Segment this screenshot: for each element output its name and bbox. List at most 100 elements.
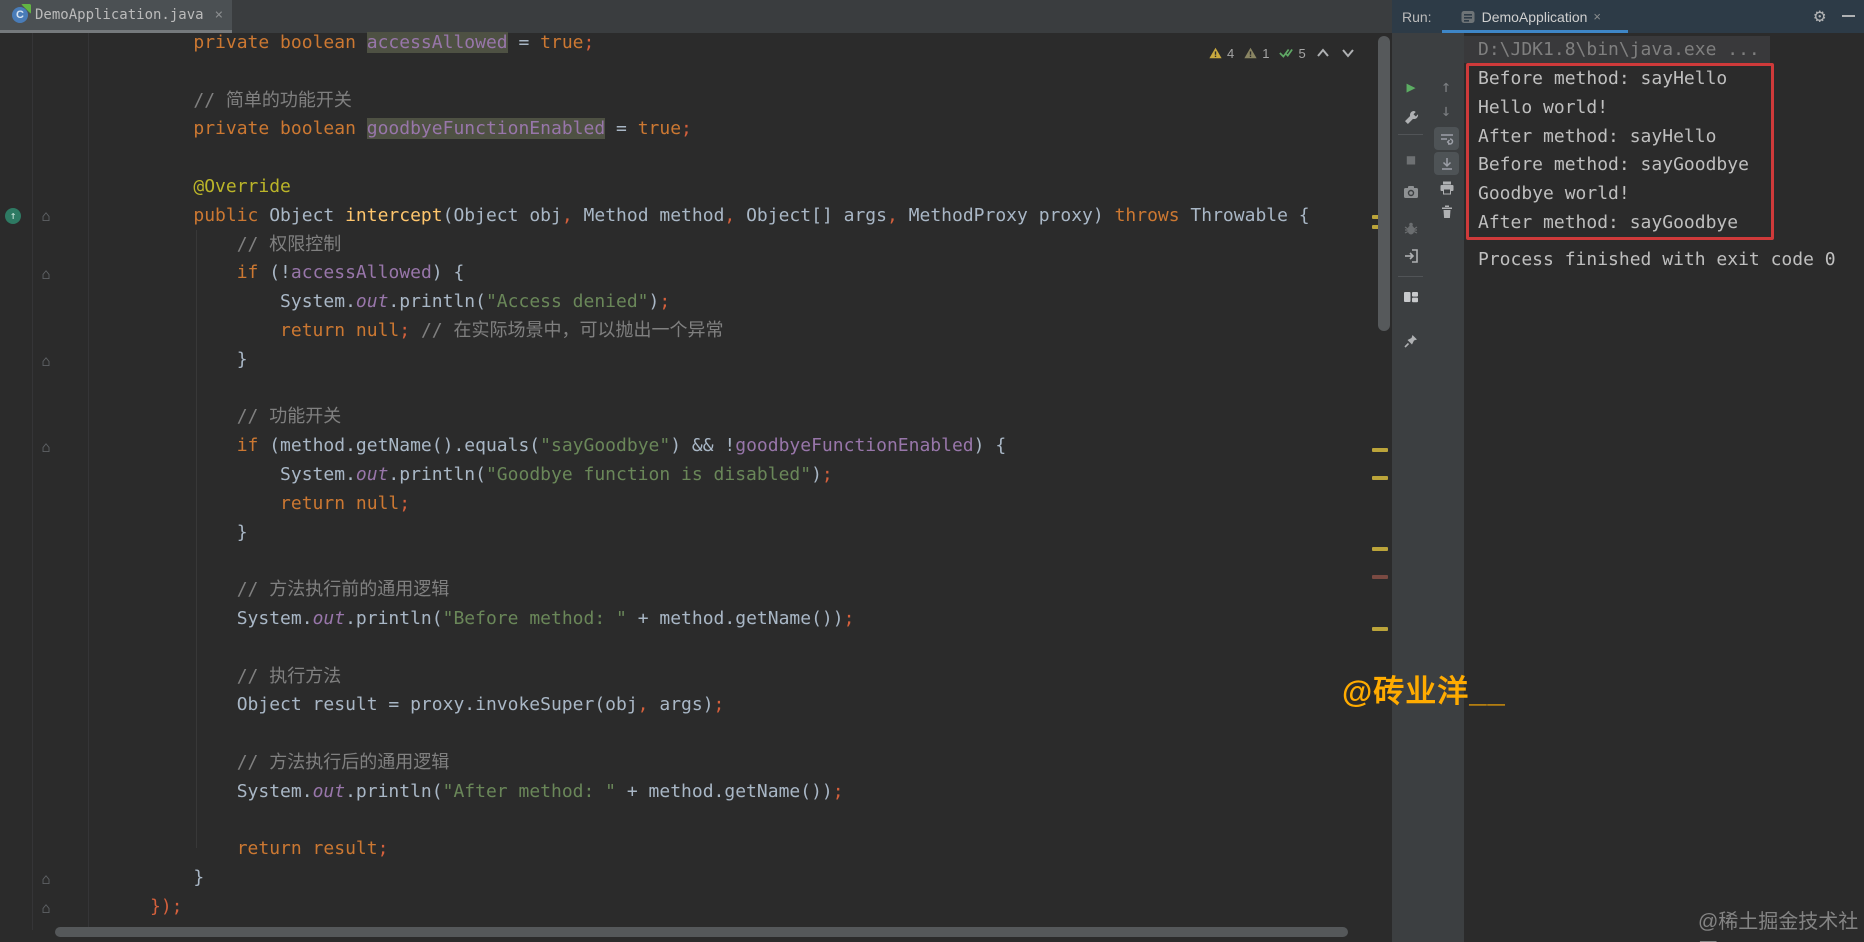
fold-marker-icon[interactable]: ⌂ xyxy=(37,870,55,888)
code-line[interactable]: // 权限控制 xyxy=(150,231,1310,260)
vertical-scrollbar[interactable] xyxy=(1378,36,1390,331)
run-label: Run: xyxy=(1402,8,1432,25)
console-output: Before method: sayHello Hello world! After… xyxy=(1478,65,1749,238)
stripe-warning-mark[interactable] xyxy=(1372,448,1388,452)
code-line[interactable] xyxy=(150,720,1310,749)
run-tab-title: DemoApplication xyxy=(1481,8,1588,25)
prev-warning-icon[interactable] xyxy=(1315,46,1331,60)
stripe-warning-mark[interactable] xyxy=(1372,547,1388,551)
fold-marker-icon[interactable]: ⌂ xyxy=(37,207,55,225)
stripe-warning-mark[interactable] xyxy=(1372,476,1388,480)
print-button[interactable] xyxy=(1438,179,1456,197)
code-line[interactable]: System.out.println("Before method: " + m… xyxy=(150,605,1310,634)
pin-icon xyxy=(1404,335,1417,348)
code-line[interactable]: if (!accessAllowed) { xyxy=(150,259,1310,288)
weak-warning-icon xyxy=(1244,47,1257,59)
weak-warning-count: 1 xyxy=(1262,45,1270,61)
bug-icon xyxy=(1404,222,1418,235)
layout-icon xyxy=(1404,292,1418,303)
code-line[interactable]: private boolean goodbyeFunctionEnabled =… xyxy=(150,115,1310,144)
code-line[interactable] xyxy=(150,144,1310,173)
printer-icon xyxy=(1440,181,1454,195)
tab-demoapplication-java[interactable]: C DemoApplication.java × xyxy=(0,0,232,30)
code-line[interactable] xyxy=(150,547,1310,576)
gutter-separator xyxy=(32,33,33,930)
next-warning-icon[interactable] xyxy=(1340,46,1356,60)
code-line[interactable]: return result; xyxy=(150,835,1310,864)
code-line[interactable]: System.out.println("Goodbye function is … xyxy=(150,461,1310,490)
code-line[interactable]: if (method.getName().equals("sayGoodbye"… xyxy=(150,432,1310,461)
soft-wrap-toggle[interactable] xyxy=(1434,127,1459,150)
show-running-list-button[interactable] xyxy=(1402,247,1420,265)
soft-wrap-icon xyxy=(1440,133,1453,145)
code-line[interactable]: Object result = proxy.invokeSuper(obj, a… xyxy=(150,691,1310,720)
camera-icon xyxy=(1404,186,1418,198)
console-line: Hello world! xyxy=(1478,96,1609,118)
code-line[interactable] xyxy=(150,634,1310,663)
code-line[interactable] xyxy=(150,58,1310,87)
console-line: Before method: sayGoodbye xyxy=(1478,154,1749,176)
author-watermark: @砖业洋__ xyxy=(1342,674,1506,709)
code-line[interactable]: } xyxy=(150,519,1310,548)
stripe-mark-red[interactable] xyxy=(1372,575,1388,579)
code-line[interactable]: System.out.println("After method: " + me… xyxy=(150,778,1310,807)
gear-icon[interactable]: ⚙ xyxy=(1814,5,1825,27)
stop-button[interactable]: ■ xyxy=(1402,151,1420,169)
code-line[interactable]: return null; // 在实际场景中，可以抛出一个异常 xyxy=(150,317,1310,346)
warning-count: 4 xyxy=(1227,45,1235,61)
horizontal-scrollbar[interactable] xyxy=(55,927,1348,937)
down-stack-trace-button[interactable]: ↓ xyxy=(1437,101,1455,121)
fold-marker-icon[interactable]: ⌂ xyxy=(37,438,55,456)
clear-console-button[interactable] xyxy=(1438,203,1456,221)
run-panel-header: Run: DemoApplication × xyxy=(1392,0,1864,33)
restore-layout-button[interactable] xyxy=(1402,288,1420,306)
scroll-to-end-icon xyxy=(1441,157,1452,170)
java-class-icon: C xyxy=(12,4,31,23)
code-line[interactable]: } xyxy=(150,346,1310,375)
code-line[interactable]: System.out.println("Access denied"); xyxy=(150,288,1310,317)
snapshot-button[interactable] xyxy=(1402,183,1420,201)
trash-icon xyxy=(1442,205,1452,218)
up-stack-trace-button[interactable]: ↑ xyxy=(1437,77,1455,97)
enter-icon xyxy=(1405,249,1418,263)
code-line[interactable]: return null; xyxy=(150,490,1310,519)
override-method-icon[interactable]: ↑ xyxy=(5,208,21,224)
gutter-separator-2 xyxy=(88,33,89,930)
run-tab-close-icon[interactable]: × xyxy=(1593,9,1601,24)
code-line[interactable]: }); xyxy=(150,893,1310,922)
inspection-widget[interactable]: 4 1 5 xyxy=(1208,44,1356,62)
run-toolbar-main: ▶ ■ xyxy=(1392,33,1429,942)
run-tab-demoapplication[interactable]: DemoApplication × xyxy=(1454,0,1607,33)
toolbar-separator xyxy=(1398,276,1423,277)
code-line[interactable] xyxy=(150,807,1310,836)
rerun-button[interactable]: ▶ xyxy=(1402,78,1420,96)
ok-count: 5 xyxy=(1298,45,1306,61)
console-icon xyxy=(1461,10,1475,23)
code-line[interactable]: } xyxy=(150,864,1310,893)
code-line[interactable]: // 功能开关 xyxy=(150,403,1310,432)
code-area[interactable]: private boolean accessAllowed = true; //… xyxy=(150,29,1310,922)
fold-marker-icon[interactable]: ⌂ xyxy=(37,265,55,283)
scroll-to-end-toggle[interactable] xyxy=(1434,152,1459,175)
fold-marker-icon[interactable]: ⌂ xyxy=(37,352,55,370)
code-line[interactable]: @Override xyxy=(150,173,1310,202)
debug-disabled-button[interactable] xyxy=(1402,220,1420,238)
code-line[interactable]: // 方法执行后的通用逻辑 xyxy=(150,749,1310,778)
process-exit-line: Process finished with exit code 0 xyxy=(1478,249,1836,270)
stripe-warning-mark[interactable] xyxy=(1372,627,1388,631)
pin-tab-button[interactable] xyxy=(1402,332,1420,350)
fold-marker-icon[interactable]: ⌂ xyxy=(37,899,55,917)
run-console[interactable]: D:\JDK1.8\bin\java.exe ... Before method… xyxy=(1464,33,1864,942)
code-line[interactable]: // 方法执行前的通用逻辑 xyxy=(150,576,1310,605)
code-line[interactable] xyxy=(150,375,1310,404)
hide-panel-icon[interactable] xyxy=(1842,15,1855,17)
run-settings-button[interactable] xyxy=(1402,109,1420,127)
code-line[interactable]: private boolean accessAllowed = true; xyxy=(150,29,1310,58)
code-line[interactable]: public Object intercept(Object obj, Meth… xyxy=(150,202,1309,231)
checks-icon xyxy=(1279,48,1294,58)
toolbar-separator xyxy=(1398,134,1423,135)
code-line[interactable]: // 执行方法 xyxy=(150,663,1310,692)
code-line[interactable]: // 简单的功能开关 xyxy=(150,87,1310,116)
console-command-line[interactable]: D:\JDK1.8\bin\java.exe ... xyxy=(1464,36,1770,63)
tab-close-icon[interactable]: × xyxy=(215,7,223,23)
